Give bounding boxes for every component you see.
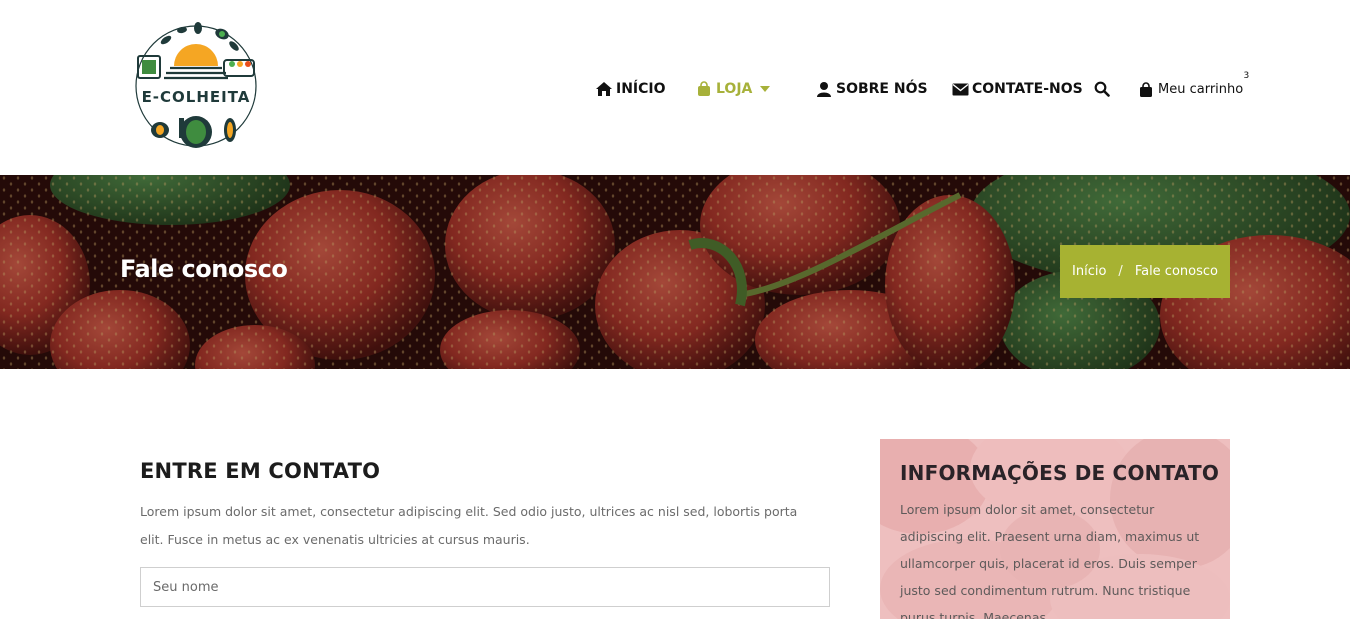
cart-count-badge: 3 <box>1243 71 1250 81</box>
contact-section: ENTRE EM CONTATO Lorem ipsum dolor sit a… <box>0 369 1350 619</box>
shopping-bag-icon <box>695 81 713 97</box>
breadcrumb-current: Fale conosco <box>1134 264 1218 279</box>
cart-link[interactable]: Meu carrinho 3 <box>1137 71 1249 103</box>
main-nav: INÍCIO LOJA SOBRE NÓS CONTATE-NOS Meu ca… <box>0 71 1350 103</box>
envelope-icon <box>951 81 969 97</box>
search-icon <box>1093 81 1111 97</box>
contact-info-text: Lorem ipsum dolor sit amet, consectetur … <box>900 502 1200 619</box>
contact-info-panel: INFORMAÇÕES DE CONTATO Lorem ipsum dolor… <box>880 439 1230 619</box>
nav-item-contate-nos[interactable]: CONTATE-NOS <box>951 75 1083 103</box>
nav-item-inicio[interactable]: INÍCIO <box>595 75 666 103</box>
breadcrumb-home-link[interactable]: Início <box>1072 264 1106 279</box>
nav-label: CONTATE-NOS <box>972 81 1083 97</box>
shopping-bag-icon <box>1137 81 1155 97</box>
cart-label: Meu carrinho <box>1158 81 1244 97</box>
breadcrumb-separator: / <box>1118 264 1123 279</box>
nav-label: INÍCIO <box>616 81 666 97</box>
contact-heading: ENTRE EM CONTATO <box>140 459 381 483</box>
contact-info-heading: INFORMAÇÕES DE CONTATO <box>900 461 1220 485</box>
name-field[interactable] <box>140 567 830 607</box>
nav-label: LOJA <box>716 81 753 97</box>
user-icon <box>815 81 833 97</box>
nav-item-sobre-nos[interactable]: SOBRE NÓS <box>815 75 928 103</box>
nav-item-loja[interactable]: LOJA <box>695 75 771 103</box>
breadcrumb: Início / Fale conosco <box>1060 245 1230 298</box>
home-icon <box>595 81 613 97</box>
contact-description: Lorem ipsum dolor sit amet, consectetur … <box>140 504 798 547</box>
nav-label: SOBRE NÓS <box>836 81 928 97</box>
page-hero: Fale conosco Início / Fale conosco <box>0 175 1350 369</box>
chevron-down-icon[interactable] <box>760 86 771 92</box>
page-title: Fale conosco <box>120 255 288 283</box>
site-header: E-COLHEITA INÍCIO LOJA SOBRE NÓS CONTATE… <box>0 0 1350 175</box>
search-button[interactable] <box>1093 75 1114 103</box>
